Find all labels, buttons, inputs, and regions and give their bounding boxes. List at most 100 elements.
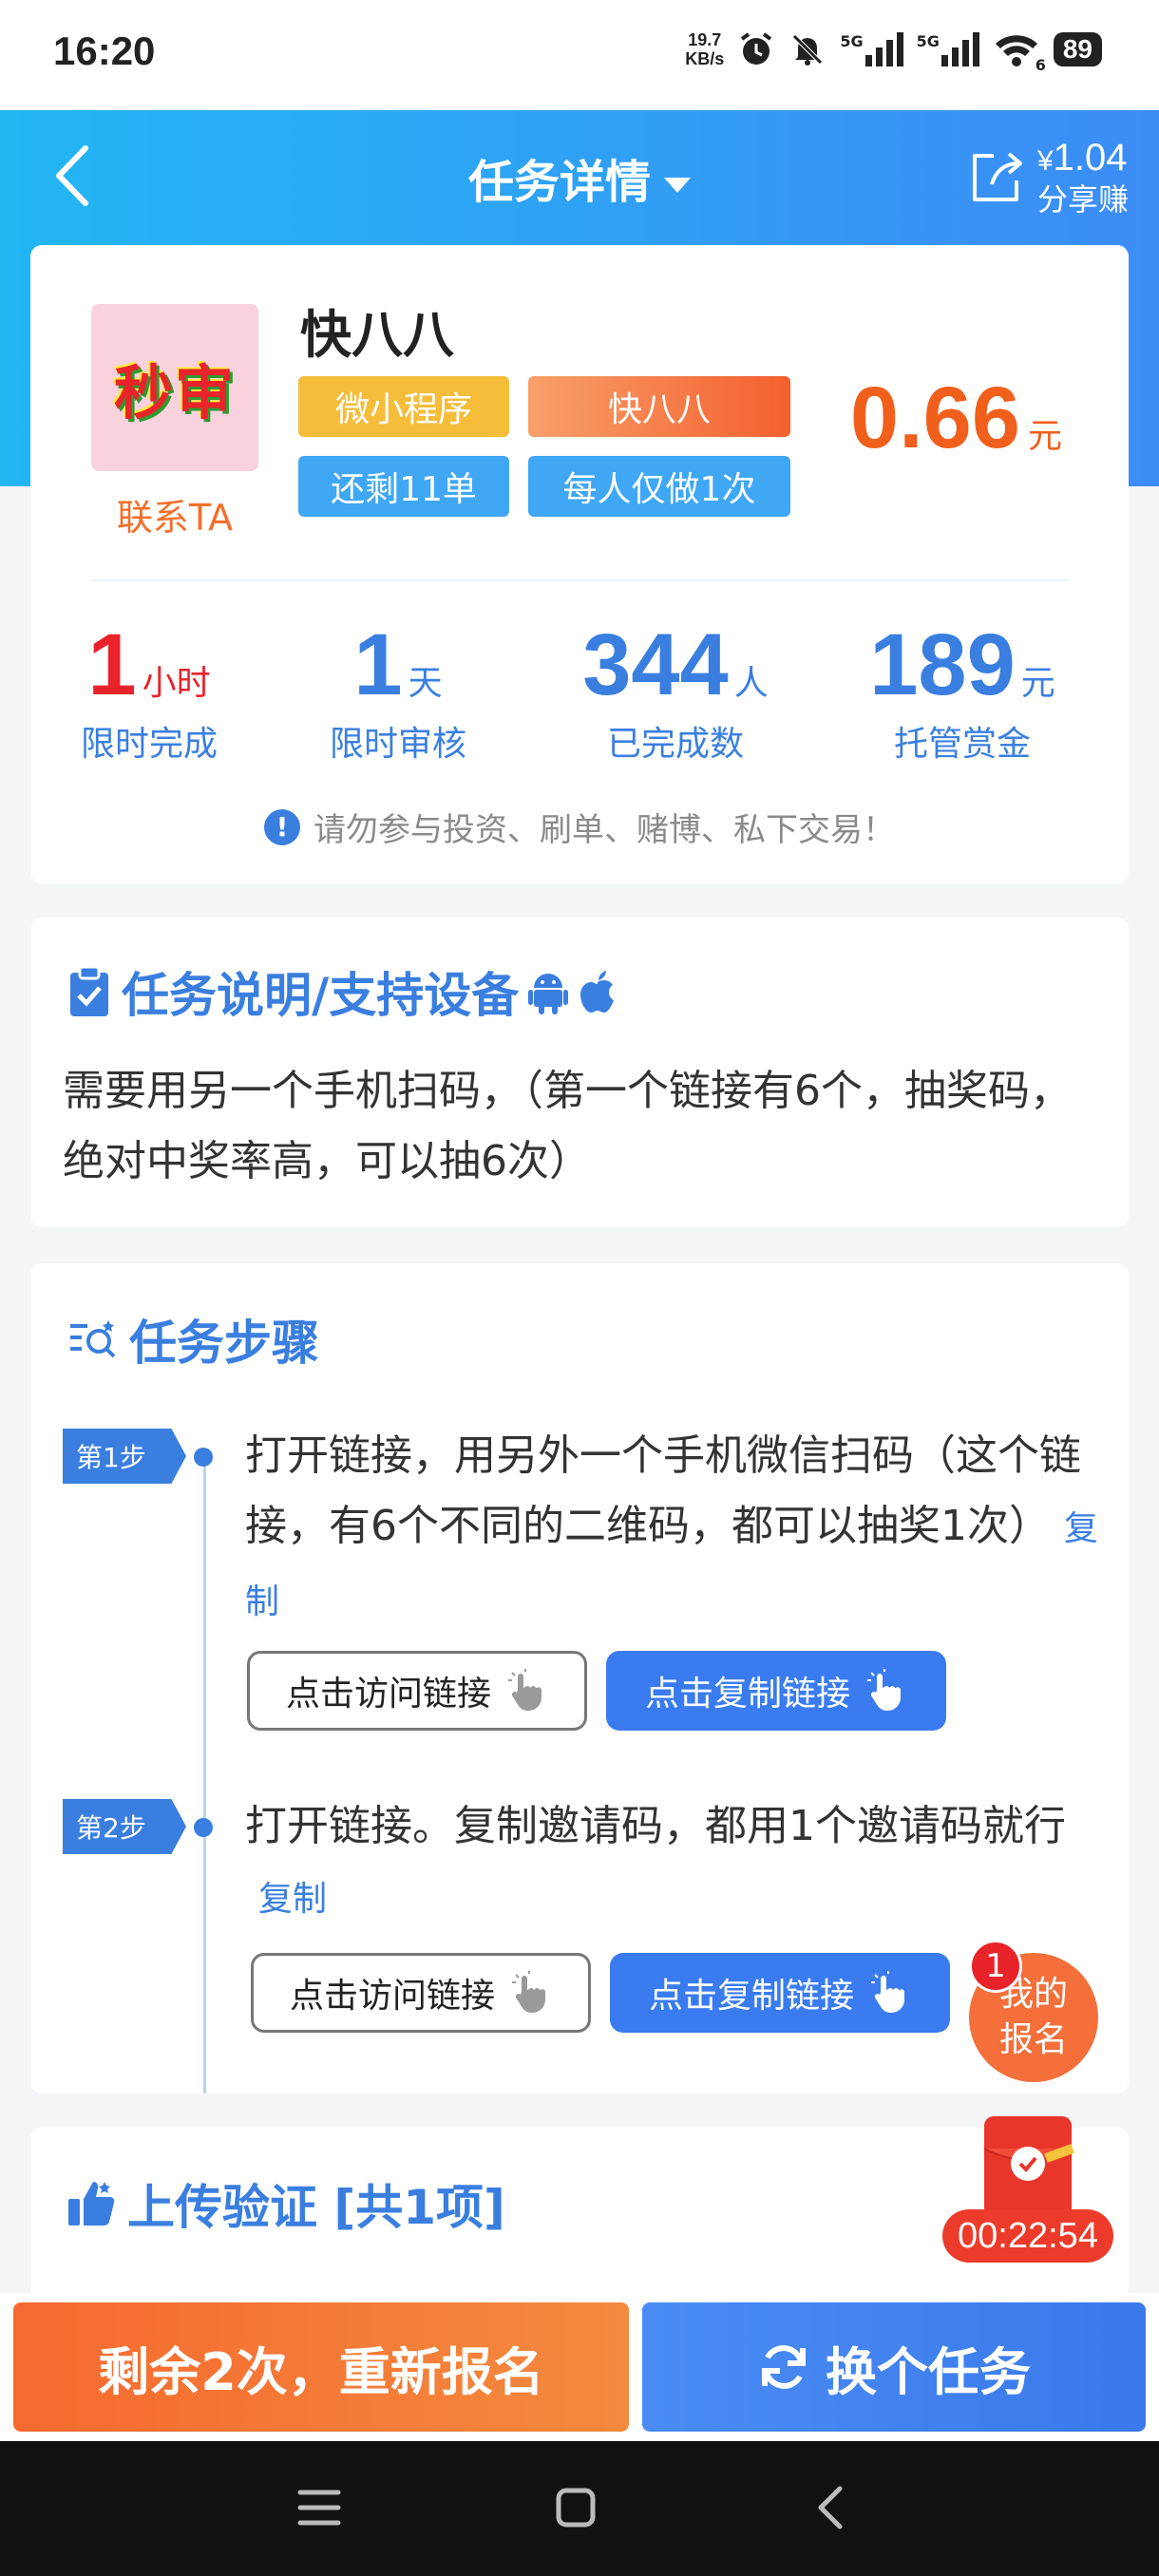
description-header: 任务说明/支持设备 [66,957,618,1026]
tap-hand-icon [512,1971,545,2013]
re-register-label: 剩余2次，重新报名 [98,2341,544,2402]
step-dot [194,1448,213,1467]
step-instruction: 打开链接，用另外一个手机微信扫码（这个链接，有6个不同的二维码，都可以抽奖1次） [245,1431,1081,1550]
contact-button[interactable]: 联系TA [91,488,258,540]
tag-remaining: 还剩11单 [298,456,509,517]
switch-task-label: 换个任务 [826,2341,1031,2402]
status-icons: 19.7 KB/s 5G 5G 6 89 [685,30,1102,74]
visit-link-button[interactable]: 点击访问链接 [247,1651,587,1731]
notification-badge: 1 [969,1940,1022,1993]
stat-unit: 元 [1020,664,1055,703]
stat-time-limit: 1 小时 限时完成 [21,617,277,766]
price-value: 0.66 [849,369,1020,466]
system-nav-bar [0,2441,1159,2576]
upload-header: 上传验证 [共1项] [66,2169,505,2238]
alarm-icon [741,32,772,65]
task-steps-card: 任务步骤 第1步 打开链接，用另外一个手机微信扫码（这个链接，有6个不同的二维码… [30,1263,1129,2093]
steps-title: 任务步骤 [129,1316,319,1371]
task-description-card: 任务说明/支持设备 需要用另一个手机扫码，（第一个链接有6个，抽奖码，绝对中奖率… [30,918,1129,1227]
task-info-card: 秒审 联系TA 快八八 微小程序 快八八 还剩11单 每人仅做1次 0.66 元 … [30,245,1129,883]
tag-category: 微小程序 [298,376,509,437]
stat-value: 189 [869,616,1016,713]
tag-limit: 每人仅做1次 [528,456,790,517]
stat-unit: 人 [733,664,769,703]
step-badge: 第2步 [63,1799,186,1854]
stat-unit: 天 [408,664,443,703]
wifi-label: 6 [1035,56,1046,74]
share-label: 分享赚 [1036,181,1129,218]
copy-link-label: 点击复制链接 [644,1675,850,1714]
stat-completed: 344 人 已完成数 [547,617,804,766]
description-text: 需要用另一个手机扫码，（第一个链接有6个，抽奖码，绝对中奖率高，可以抽6次） [63,1067,1072,1185]
copy-link-label: 点击复制链接 [648,1977,854,2016]
tag-app-name: 快八八 [528,376,790,437]
safety-warning-text: 请勿参与投资、刷单、赌博、私下交易！ [314,811,895,849]
divider [91,579,1068,581]
step-dot [194,1818,213,1837]
mute-bell-icon [792,34,824,66]
stat-label: 已完成数 [606,725,744,764]
wifi-icon: 6 [993,30,1046,74]
countdown-timer: 00:22:54 [942,2209,1113,2263]
signal-sim2-label: 5G [916,32,940,50]
nav-back-icon[interactable] [813,2485,847,2530]
task-name: 快八八 [300,305,454,365]
stat-value: 344 [582,616,729,713]
price-unit: 元 [1027,417,1062,456]
android-icon [528,974,569,1014]
status-bar: 16:20 19.7 KB/s 5G 5G 6 89 [0,0,1159,110]
step-timeline [203,1449,206,2093]
clipboard-check-icon [70,965,108,1016]
network-speed: 19.7 KB/s [685,30,724,68]
menu-icon[interactable] [296,2487,342,2529]
visit-link-label: 点击访问链接 [285,1675,491,1714]
step-instruction: 打开链接。复制邀请码，都用1个邀请码就行 [245,1802,1066,1850]
share-amount: ¥1.04 [1037,137,1129,182]
re-register-button[interactable]: 剩余2次，重新报名 [13,2302,629,2432]
share-icon [972,152,1022,201]
copy-link-button[interactable]: 点击复制链接 [610,1953,950,2033]
tap-hand-icon [867,1669,901,1711]
task-logo-text: 秒审 [113,358,236,427]
stat-value: 1 [87,616,137,713]
description-title: 任务说明/支持设备 [122,968,520,1023]
safety-warning: ! 请勿参与投资、刷单、赌博、私下交易！ [30,804,1129,850]
stat-label: 限时审核 [329,725,466,764]
task-price: 0.66 元 [850,369,1062,468]
task-logo: 秒审 [91,304,258,471]
home-icon[interactable] [555,2487,597,2529]
signal-sim1-icon: 5G [840,32,903,66]
steps-header: 任务步骤 [66,1305,319,1373]
stat-label: 托管赏金 [893,725,1031,764]
bottom-action-bar: 剩余2次，重新报名 换个任务 [0,2293,1159,2441]
step-badge: 第1步 [63,1429,186,1484]
apple-icon [580,971,615,1013]
exclamation-icon: ! [264,808,300,845]
network-speed-value: 19.7 [688,30,722,49]
step-text: 打开链接，用另外一个手机微信扫码（这个链接，有6个不同的二维码，都可以抽奖1次）… [245,1421,1100,1638]
visit-link-label: 点击访问链接 [289,1977,495,2016]
stat-unit: 小时 [142,664,211,703]
status-time: 16:20 [53,28,156,73]
stat-review-limit: 1天 限时审核 [270,617,526,766]
stat-bounty: 189 元 托管赏金 [834,617,1091,766]
list-search-icon [70,1320,116,1358]
refresh-icon [762,2345,806,2389]
thumbs-up-icon [68,2182,115,2226]
share-amount-value: 1.04 [1053,137,1128,179]
dropdown-caret-icon [664,178,691,193]
step-text: 打开链接。复制邀请码，都用1个邀请码就行复制 [245,1791,1100,1935]
stat-label: 限时完成 [80,725,218,764]
battery-indicator: 89 [1053,32,1102,66]
tap-hand-icon [508,1669,542,1711]
share-earn-button[interactable]: ¥1.04 分享赚 [965,137,1129,217]
tap-hand-icon [871,1971,904,2013]
upload-title: 上传验证 [共1项] [127,2180,505,2235]
copy-link-button[interactable]: 点击复制链接 [606,1651,946,1731]
visit-link-button[interactable]: 点击访问链接 [251,1953,591,2033]
switch-task-button[interactable]: 换个任务 [642,2302,1146,2432]
share-currency: ¥ [1036,145,1054,177]
copy-text-link[interactable]: 复制 [258,1880,327,1919]
network-speed-unit: KB/s [685,49,725,68]
signal-sim2-icon: 5G [917,32,979,66]
